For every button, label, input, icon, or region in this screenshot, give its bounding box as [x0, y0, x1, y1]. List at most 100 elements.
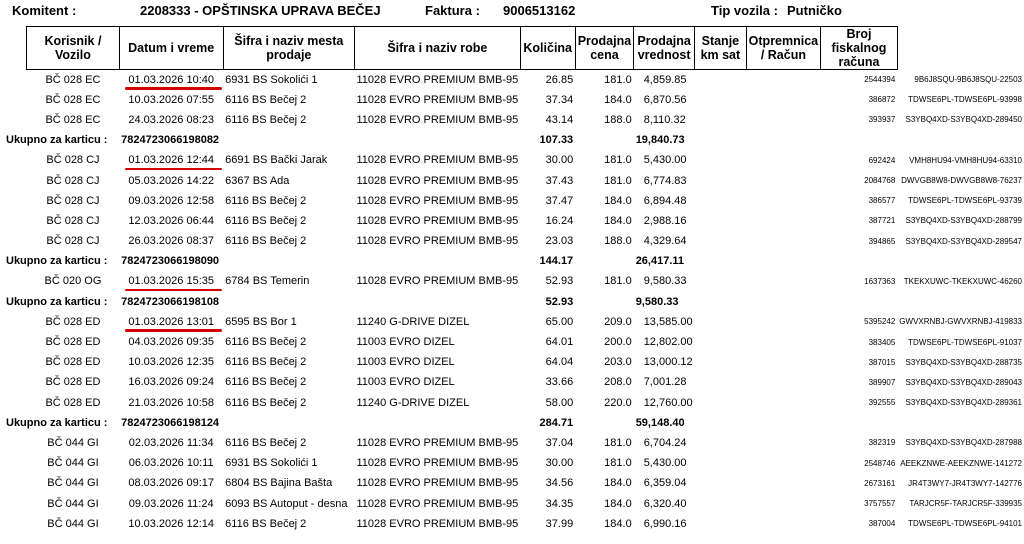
komitent-label: Komitent :	[12, 3, 77, 18]
location-cell: 6691 BS Bački Jarak	[225, 154, 328, 167]
empty-cell	[746, 413, 820, 433]
total-quantity: 107.33	[539, 134, 574, 147]
date-text: 06.03.2026 10:11	[128, 457, 214, 470]
table-row: BČ 028 CJ 12.03.2026 06:44 6116 BS Bečej 2…	[0, 211, 1024, 231]
date-text: 12.03.2026 06:44	[128, 214, 214, 227]
date-text: 16.03.2026 09:24	[128, 376, 214, 389]
datetime-cell: 10.03.2026 07:55	[119, 90, 223, 110]
empty-cell	[0, 514, 27, 534]
product-cell: 11028 EVRO PREMIUM BMB-95	[356, 497, 519, 510]
date-text: 21.03.2026 10:58	[128, 396, 214, 409]
vehicle-cell: BČ 028 ED	[45, 315, 101, 328]
col-header-value: Prodajna vrednost	[633, 26, 696, 70]
km-cell	[746, 372, 820, 392]
empty-cell	[575, 130, 634, 150]
card-total-label: Ukupno za karticu :	[6, 295, 108, 308]
vehicle-cell: BČ 028 EC	[45, 113, 101, 126]
quantity-cell: 37.43	[545, 174, 574, 187]
fiscal-cell: TDWSE6PL-TDWSE6PL-91037	[908, 337, 1022, 347]
datetime-cell: 02.03.2026 11:34	[119, 433, 223, 453]
price-cell: 181.0	[604, 73, 632, 86]
fiscal-cell: S3YBQ4XD-S3YBQ4XD-289450	[905, 115, 1022, 125]
price-cell: 184.0	[604, 517, 632, 530]
product-cell: 11028 EVRO PREMIUM BMB-95	[356, 517, 519, 530]
price-cell: 188.0	[604, 113, 632, 126]
table-row: BČ 028 ED 04.03.2026 09:35 6116 BS Bečej 2…	[0, 332, 1024, 352]
vehicle-cell: BČ 028 CJ	[46, 154, 100, 167]
fiscal-cell: S3YBQ4XD-S3YBQ4XD-289043	[905, 377, 1022, 387]
product-cell: 11028 EVRO PREMIUM BMB-95	[356, 436, 519, 449]
price-cell: 184.0	[604, 194, 632, 207]
fiscal-cell: TDWSE6PL-TDWSE6PL-93739	[908, 196, 1022, 206]
receipt-cell: 692424	[868, 155, 896, 165]
quantity-cell: 30.00	[545, 154, 574, 167]
card-total-label: Ukupno za karticu :	[6, 255, 108, 268]
faktura-label: Faktura :	[425, 3, 480, 18]
date-text: 05.03.2026 14:22	[128, 174, 214, 187]
location-cell: 6116 BS Bečej 2	[225, 336, 307, 349]
product-cell: 11028 EVRO PREMIUM BMB-95	[356, 154, 519, 167]
vehicle-cell: BČ 028 ED	[45, 396, 101, 409]
table-row: BČ 028 ED 21.03.2026 10:58 6116 BS Bečej 2…	[0, 393, 1024, 413]
datetime-cell: 01.03.2026 15:35	[119, 271, 223, 292]
km-cell	[746, 433, 820, 453]
quantity-cell: 37.47	[545, 194, 574, 207]
komitent-value: 2208333 - OPŠTINSKA UPRAVA BEČEJ	[140, 3, 381, 18]
empty-cell	[0, 150, 27, 170]
quantity-cell: 26.85	[545, 73, 574, 86]
table-row: BČ 044 GI 10.03.2026 12:14 6116 BS Bečej 2…	[0, 514, 1024, 534]
receipt-cell: 2673161	[864, 478, 896, 488]
datetime-cell: 10.03.2026 12:35	[119, 352, 223, 372]
value-cell: 6,320.40	[643, 497, 687, 510]
receipt-cell: 386577	[868, 196, 896, 206]
km-cell	[746, 514, 820, 534]
km-cell	[746, 170, 820, 190]
date-text: 26.03.2026 08:37	[128, 235, 214, 248]
total-quantity: 144.17	[539, 255, 574, 268]
col-header-quantity: Količina	[519, 26, 576, 70]
price-cell: 188.0	[604, 235, 632, 248]
price-cell: 208.0	[604, 376, 632, 389]
receipt-cell: 387721	[868, 216, 896, 226]
vehicle-cell: BČ 028 ED	[45, 336, 101, 349]
location-cell: 6367 BS Ada	[225, 174, 290, 187]
empty-cell	[0, 453, 27, 473]
vehicle-cell: BČ 044 GI	[47, 497, 99, 510]
product-cell: 11028 EVRO PREMIUM BMB-95	[356, 477, 519, 490]
price-cell: 184.0	[604, 214, 632, 227]
fiscal-cell: TDWSE6PL-TDWSE6PL-94101	[908, 519, 1022, 529]
fiscal-cell: TARJCR5F-TARJCR5F-339935	[909, 499, 1022, 509]
km-cell	[746, 332, 820, 352]
location-cell: 6116 BS Bečej 2	[225, 113, 307, 126]
card-total-label: Ukupno za karticu :	[6, 134, 108, 147]
value-cell: 12,802.00	[643, 336, 693, 349]
fiscal-cell: S3YBQ4XD-S3YBQ4XD-289361	[905, 398, 1022, 408]
fiscal-cell: GWVXRNBJ-GWVXRNBJ-419833	[899, 317, 1022, 327]
date-text: 09.03.2026 12:58	[128, 194, 214, 207]
quantity-cell: 37.99	[545, 517, 574, 530]
empty-cell	[0, 271, 27, 291]
fiscal-cell: JR4T3WY7-JR4T3WY7-142776	[908, 478, 1022, 488]
value-cell: 13,000.12	[643, 356, 693, 369]
fiscal-cell: S3YBQ4XD-S3YBQ4XD-287988	[905, 438, 1022, 448]
product-cell: 11240 G-DRIVE DIZEL	[356, 396, 470, 409]
value-cell: 9,580.33	[643, 275, 687, 288]
quantity-cell: 65.00	[545, 315, 574, 328]
vehicle-cell: BČ 044 GI	[47, 436, 99, 449]
card-total-row: Ukupno za karticu : 7824723066198108 52.93…	[0, 292, 1024, 312]
price-cell: 181.0	[604, 174, 632, 187]
col-header-price: Prodajna cena	[574, 26, 635, 70]
value-cell: 6,894.48	[643, 194, 687, 207]
table-row: BČ 044 GI 09.03.2026 11:24 6093 BS Autoput…	[0, 493, 1024, 513]
product-cell: 11003 EVRO DIZEL	[356, 356, 455, 369]
empty-cell	[223, 251, 354, 271]
datetime-cell: 01.03.2026 12:44	[119, 150, 223, 171]
datetime-cell: 08.03.2026 09:17	[119, 473, 223, 493]
km-cell	[746, 271, 820, 291]
location-cell: 6116 BS Bečej 2	[225, 436, 307, 449]
empty-cell	[0, 70, 27, 90]
table-row: BČ 044 GI 06.03.2026 10:11 6931 BS Sokolić…	[0, 453, 1024, 473]
empty-cell	[354, 130, 520, 150]
km-cell	[746, 211, 820, 231]
quantity-cell: 64.04	[545, 356, 574, 369]
